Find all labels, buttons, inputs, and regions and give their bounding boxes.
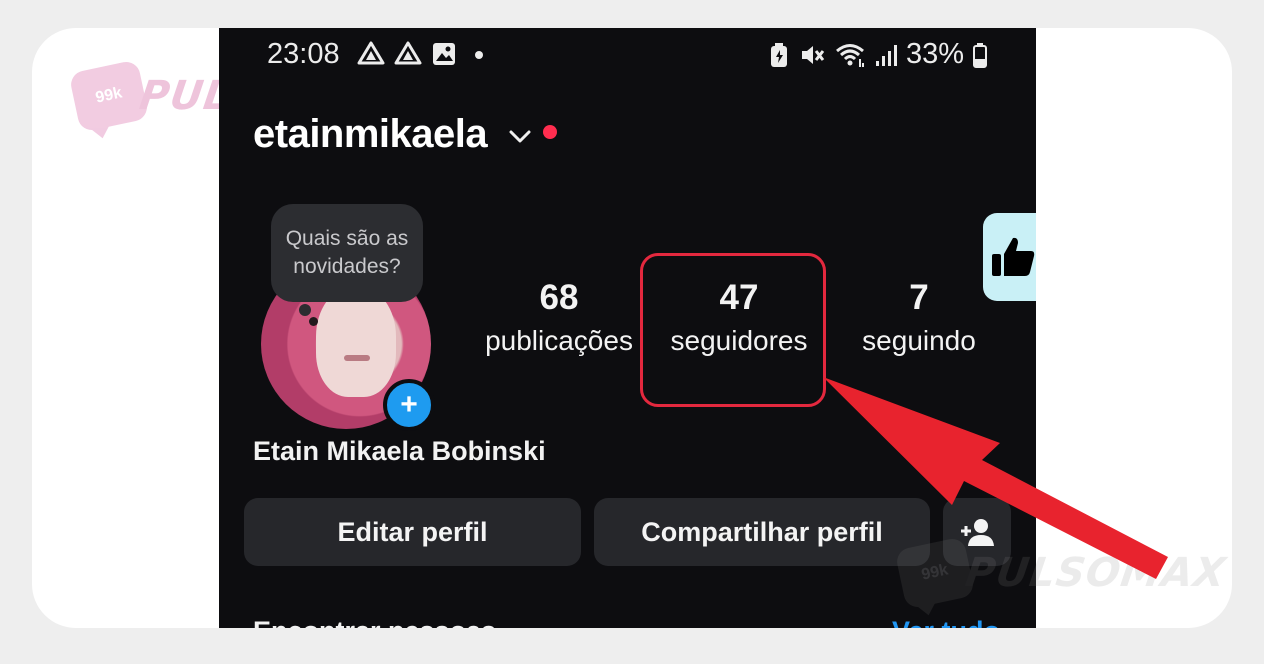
image-icon xyxy=(433,43,455,65)
following-label: seguindo xyxy=(862,325,976,356)
stat-following[interactable]: 7 seguindo xyxy=(837,276,1001,362)
notification-dot xyxy=(543,124,558,139)
like-floating-tab[interactable] xyxy=(983,213,1036,301)
see-all-link[interactable]: Ver tudo xyxy=(892,616,1000,628)
watermark-badge: 99k xyxy=(894,536,976,610)
status-bar: 23:08 33% xyxy=(219,28,1036,84)
edit-profile-button[interactable]: Editar perfil xyxy=(244,498,581,566)
profile-username: etainmikaela xyxy=(253,112,488,156)
avatar-mouth xyxy=(344,355,370,361)
account-switcher[interactable]: etainmikaela xyxy=(253,112,558,157)
drive-icon xyxy=(394,41,422,65)
drive-icon xyxy=(357,41,385,65)
avatar-piercing xyxy=(309,317,318,326)
watermark-logo-secondary: 99k PULSOMAX xyxy=(894,536,1229,610)
screenshot-card: 99k PULSOMAX 23:08 33% etainmikaela xyxy=(32,28,1232,628)
status-time: 23:08 xyxy=(267,38,340,70)
note-bubble[interactable]: Quais são as novidades? xyxy=(271,204,423,302)
plus-icon: + xyxy=(400,388,418,421)
signal-icon xyxy=(875,44,897,66)
note-bubble-tail xyxy=(299,304,311,316)
avatar-face xyxy=(316,287,396,397)
profile-full-name: Etain Mikaela Bobinski xyxy=(253,436,546,466)
followers-highlight-box xyxy=(640,253,826,407)
following-count: 7 xyxy=(909,278,929,317)
share-profile-button[interactable]: Compartilhar perfil xyxy=(594,498,930,566)
status-notification-icons xyxy=(357,41,492,67)
dot-icon xyxy=(475,51,483,59)
instagram-profile-screen: 23:08 33% etainmikaela Quais são as novi… xyxy=(219,28,1036,628)
status-system-icons: 33% xyxy=(768,38,988,71)
battery-percent: 33% xyxy=(905,38,964,70)
posts-label: publicações xyxy=(485,325,633,356)
stat-posts[interactable]: 68 publicações xyxy=(477,276,641,362)
watermark-badge: 99k xyxy=(68,59,150,133)
watermark-brand: PULSOMAX xyxy=(962,550,1229,596)
add-story-button[interactable]: + xyxy=(383,379,435,431)
thumbs-up-icon xyxy=(992,237,1035,276)
battery-icon xyxy=(973,42,987,68)
posts-count: 68 xyxy=(539,278,579,317)
mute-icon xyxy=(801,45,825,64)
discover-people-title: Encontrar pessoas xyxy=(253,616,496,628)
wifi-icon xyxy=(835,43,864,67)
note-text: Quais são as novidades? xyxy=(285,227,409,278)
chevron-down-icon xyxy=(509,130,531,142)
battery-saver-icon xyxy=(770,42,787,67)
